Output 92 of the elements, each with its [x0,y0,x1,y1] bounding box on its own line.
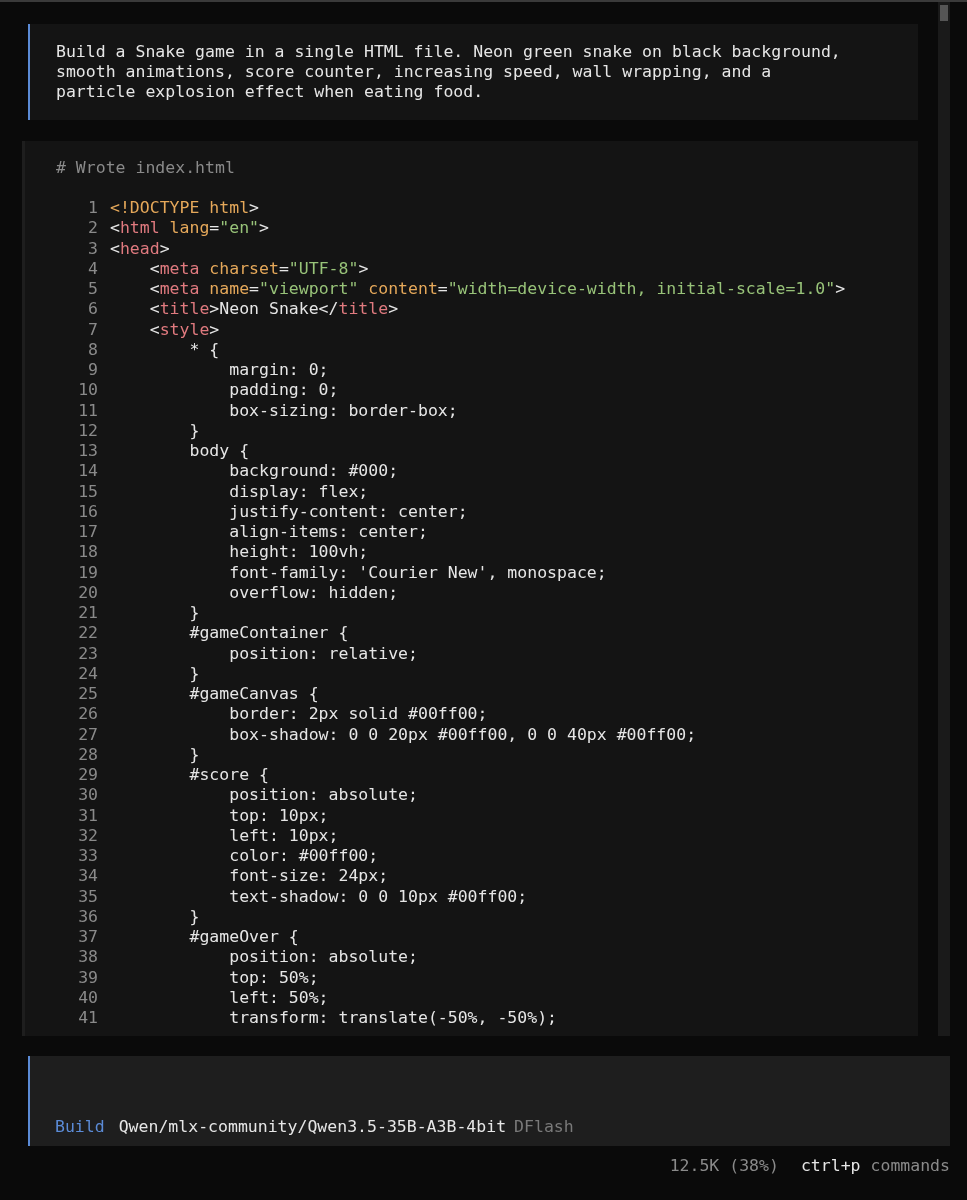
code-line: background: #000; [228,461,399,482]
line-number: 19 [77,562,98,583]
code-line: justify-content: center; [228,501,468,522]
code-line: <!DOCTYPE html> [110,198,259,219]
line-number: 10 [77,380,98,401]
code-line: <style> [148,319,220,340]
code-line: transform: translate(-50%, -50%); [228,1008,558,1029]
shortcut-key: ctrl+p [800,1156,861,1175]
line-number: 34 [77,866,98,887]
mode-label: Build [55,1116,105,1138]
line-number: 18 [77,542,98,563]
line-number: 37 [77,927,98,948]
line-number: 6 [87,299,98,320]
line-number: 31 [77,805,98,826]
line-number: 2 [87,218,98,239]
code-line: } [188,663,200,684]
line-number: 22 [77,623,98,644]
code-line: position: absolute; [228,947,418,968]
line-number: 15 [77,481,98,502]
model-name: Qwen/mlx-community/Qwen3.5-35B-A3B-4bit [118,1116,507,1138]
line-number: 5 [87,279,98,300]
code-line: box-sizing: border-box; [228,400,458,421]
code-line: margin: 0; [228,360,329,381]
context-usage: 12.5K (38%) [669,1156,779,1175]
code-line: left: 10px; [228,825,339,846]
line-number: 12 [77,420,98,441]
line-number: 17 [77,522,98,543]
line-number: 11 [77,400,98,421]
prompt-message: Build a Snake game in a single HTML file. Neon green snake on black background, smooth animations, score counter, increasing speed, wall wrapping, and a particle explosion effect when eating food. [28,24,918,120]
code-line: body { [188,441,250,462]
line-number: 28 [77,744,98,765]
scrollbar[interactable] [938,2,950,1036]
code-line: font-family: 'Courier New', monospace; [228,562,607,583]
line-number: 13 [77,441,98,462]
code-line: padding: 0; [228,380,339,401]
code-line: } [188,744,200,765]
code-line: position: relative; [228,643,418,664]
code-line: display: flex; [228,481,369,502]
code-line: position: absolute; [228,785,418,806]
code-line: } [188,420,200,441]
line-number: 1 [87,198,98,219]
code-line: top: 50%; [228,967,319,988]
code-line: <meta charset="UTF-8"> [148,258,369,279]
line-number: 36 [77,906,98,927]
code-line: } [188,603,200,624]
line-number: 33 [77,846,98,867]
code-line: height: 100vh; [228,542,369,563]
code-line: color: #00ff00; [228,846,379,867]
line-number: 4 [87,258,98,279]
line-number: 16 [77,501,98,522]
line-number: 26 [77,704,98,725]
line-number: 35 [77,886,98,907]
variant-label: DFlash [514,1116,574,1138]
shortcut-label: commands [870,1156,950,1175]
line-number: 41 [77,1008,98,1029]
code-line: #gameCanvas { [188,684,319,705]
line-number: 25 [77,684,98,705]
code-line: text-shadow: 0 0 10px #00ff00; [228,886,528,907]
line-number: 30 [77,785,98,806]
code-line: * { [188,339,220,360]
line-number: 20 [77,582,98,603]
line-number: 23 [77,643,98,664]
line-number: 29 [77,765,98,786]
code-line: <head> [110,238,170,259]
code-line: align-items: center; [228,522,428,543]
code-line: } [188,906,200,927]
line-number: 8 [87,339,98,360]
code-line: <title>Neon Snake</title> [148,299,399,320]
code-line: #score { [188,765,269,786]
code-line: <html lang="en"> [110,218,269,239]
tool-output-title: # Wrote index.html [56,158,236,178]
line-number: 32 [77,825,98,846]
code-line: top: 10px; [228,805,329,826]
code-line: left: 50%; [228,987,329,1008]
code-line: font-size: 24px; [228,866,389,887]
line-number: 14 [77,461,98,482]
code-line: #gameOver { [188,927,299,948]
code-line: border: 2px solid #00ff00; [228,704,488,725]
line-number: 9 [87,360,98,381]
line-number: 7 [87,319,98,340]
code-line: box-shadow: 0 0 20px #00ff00, 0 0 40px #00ff00; [228,724,697,745]
code-line: <meta name="viewport" content="width=device-width, initial-scale=1.0"> [148,279,846,300]
line-number: 27 [77,724,98,745]
line-number: 40 [77,987,98,1008]
line-number: 38 [77,947,98,968]
line-number: 39 [77,967,98,988]
code-line: overflow: hidden; [228,582,399,603]
line-number: 21 [77,603,98,624]
code-line: #gameContainer { [188,623,349,644]
input-field[interactable]: Build Qwen/mlx-community/Qwen3.5-35B-A3B-4bit DFlash [28,1056,950,1146]
line-number: 24 [77,663,98,684]
line-number: 3 [87,238,98,259]
